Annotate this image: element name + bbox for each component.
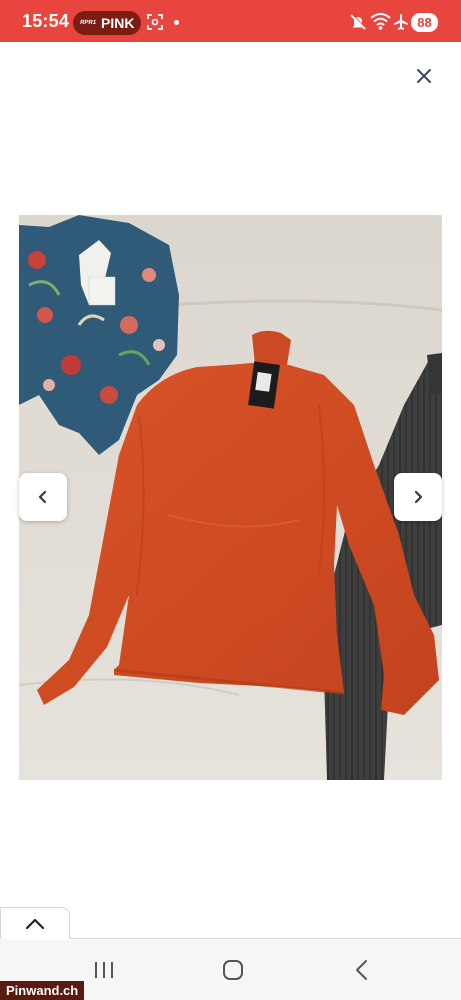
back-icon[interactable] <box>350 957 374 983</box>
close-button[interactable] <box>406 58 442 94</box>
home-icon[interactable] <box>220 957 246 983</box>
mute-icon <box>350 13 367 30</box>
chevron-right-icon <box>414 490 423 504</box>
chevron-left-icon <box>38 490 47 504</box>
radio-name: PINK <box>101 15 135 31</box>
screenshot-icon <box>147 14 163 30</box>
radio-notification-pill: RPR1 PINK <box>73 11 141 35</box>
close-icon <box>417 69 431 83</box>
battery-indicator: 88 <box>411 13 438 32</box>
radio-logo: RPR1 <box>79 20 97 26</box>
screen: 15:54 RPR1 PINK 88 Pinwand.ch <box>0 0 461 1000</box>
product-photo[interactable] <box>19 215 442 780</box>
chevron-up-icon <box>25 918 45 929</box>
status-bar: 15:54 RPR1 PINK 88 <box>0 0 461 42</box>
photo-illustration <box>19 215 442 780</box>
recents-icon[interactable] <box>90 958 118 982</box>
next-image-button[interactable] <box>394 473 442 521</box>
collapse-panel-button[interactable] <box>0 907 70 939</box>
wifi-icon <box>370 13 391 30</box>
airplane-icon <box>394 14 408 30</box>
status-time: 15:54 <box>22 11 70 31</box>
notification-dot <box>174 20 179 25</box>
previous-image-button[interactable] <box>19 473 67 521</box>
watermark: Pinwand.ch <box>0 981 85 1000</box>
